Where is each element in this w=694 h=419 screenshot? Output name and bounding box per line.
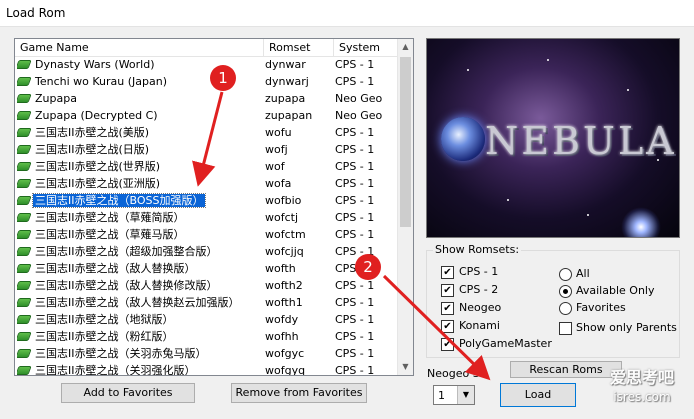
annotation-arrow-2 [382, 274, 491, 381]
watermark: 爱思考吧 isres.com [596, 364, 688, 404]
annotation-marker-2: 2 [355, 254, 381, 280]
annotation-marker-1: 1 [210, 65, 236, 91]
watermark-title: 爱思考吧 [609, 368, 674, 387]
watermark-url: isres.com [613, 390, 671, 404]
annotation-arrows [192, 91, 491, 381]
annotation-arrow-1 [192, 91, 224, 187]
